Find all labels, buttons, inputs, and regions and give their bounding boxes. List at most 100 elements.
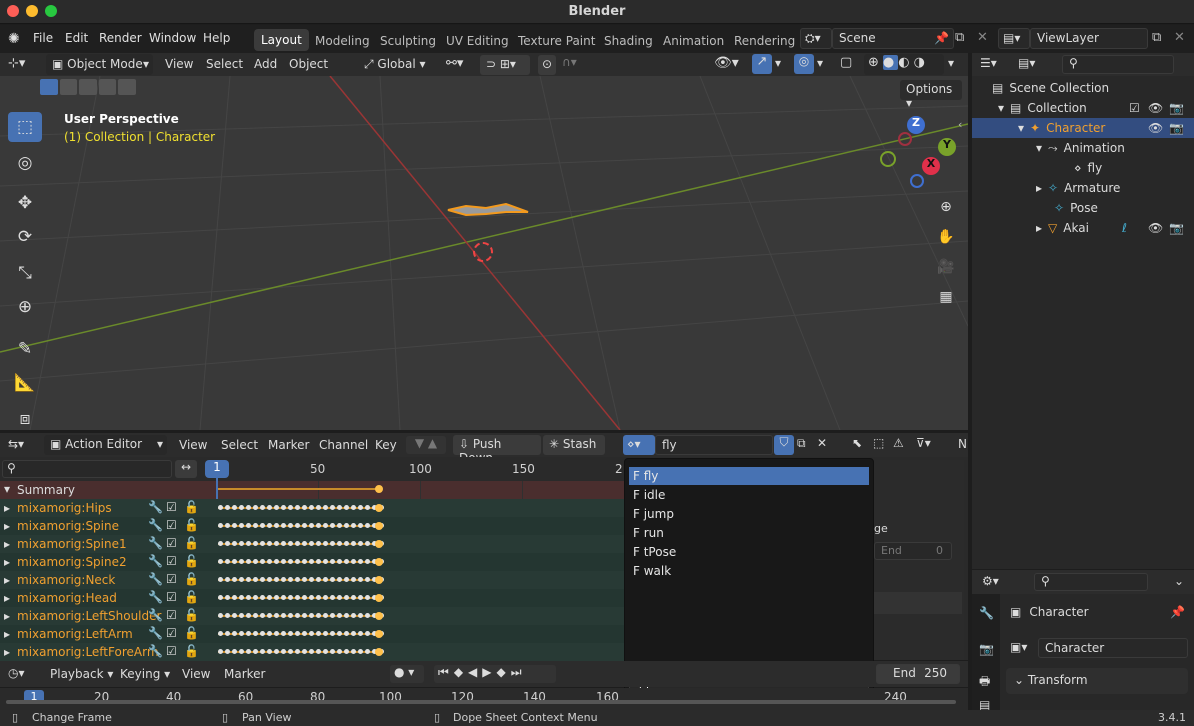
- keyframe[interactable]: [232, 595, 237, 600]
- keyframe[interactable]: [365, 559, 370, 564]
- new-action-icon[interactable]: ⧉: [797, 436, 806, 451]
- checkbox-icon[interactable]: ☑: [166, 590, 177, 604]
- keyframe[interactable]: [267, 523, 272, 528]
- keyframe[interactable]: [365, 649, 370, 654]
- keyframe[interactable]: [316, 541, 321, 546]
- keyframe[interactable]: [295, 613, 300, 618]
- cursor-tool-icon[interactable]: ◎: [8, 148, 42, 178]
- outliner-row-scene-collection[interactable]: ▤ Scene Collection: [972, 78, 1194, 98]
- gizmo-z-axis[interactable]: Z: [907, 116, 925, 134]
- keyframe[interactable]: [358, 523, 363, 528]
- keyframe[interactable]: [358, 649, 363, 654]
- keyframe[interactable]: [337, 523, 342, 528]
- properties-editor-type-icon[interactable]: ⚙▾: [982, 574, 999, 588]
- keyframe[interactable]: [232, 577, 237, 582]
- keyframe[interactable]: [260, 505, 265, 510]
- keyframe[interactable]: [295, 649, 300, 654]
- keyframe-selected[interactable]: [375, 576, 383, 584]
- lock-icon[interactable]: 🔓: [184, 644, 199, 658]
- expand-arrow-icon[interactable]: ▸: [4, 627, 10, 641]
- sidebar-n-label[interactable]: N: [958, 437, 967, 451]
- gizmo-neg-y[interactable]: [880, 151, 896, 167]
- annotate-tool-icon[interactable]: ✎: [8, 334, 42, 364]
- keyframe[interactable]: [267, 505, 272, 510]
- keyframe[interactable]: [246, 631, 251, 636]
- checkbox-icon[interactable]: ☑: [166, 572, 177, 586]
- outliner-editor-type-icon[interactable]: ☰▾: [980, 56, 997, 70]
- expand-arrow-icon[interactable]: ▸: [4, 501, 10, 515]
- keyframe[interactable]: [365, 577, 370, 582]
- keyframe[interactable]: [302, 577, 307, 582]
- viewlayer-name-field[interactable]: ViewLayer: [1030, 28, 1148, 49]
- keyframe[interactable]: [330, 631, 335, 636]
- keyframe[interactable]: [274, 541, 279, 546]
- checkbox-icon[interactable]: ☑: [166, 500, 177, 514]
- action-option[interactable]: F run: [629, 524, 869, 542]
- keyframe[interactable]: [288, 631, 293, 636]
- wrench-icon[interactable]: 🔧: [148, 536, 163, 550]
- keyframe[interactable]: [267, 631, 272, 636]
- gizmo-neg-z[interactable]: [910, 174, 924, 188]
- menu-select[interactable]: Select: [221, 438, 258, 452]
- gizmo-neg-x[interactable]: [898, 132, 912, 146]
- tab-shading[interactable]: Shading: [604, 34, 653, 48]
- layer-prev-next[interactable]: ▼ ▲: [406, 436, 446, 454]
- end-frame-field[interactable]: End 0: [874, 542, 952, 560]
- timeline-ruler[interactable]: 1 20 40 60 80 100 120 140 160 240: [0, 688, 968, 710]
- stash-button[interactable]: ✳ Stash: [543, 435, 605, 455]
- keyframe[interactable]: [239, 541, 244, 546]
- checkbox-icon[interactable]: ☑: [166, 608, 177, 622]
- keyframe[interactable]: [344, 541, 349, 546]
- keyframe[interactable]: [295, 505, 300, 510]
- keyframe[interactable]: [267, 613, 272, 618]
- channel-row[interactable]: ▸ mixamorig:LeftForeArm 🔧 ☑ 🔓: [0, 643, 624, 661]
- xray-icon[interactable]: ▢: [840, 55, 852, 70]
- keyframe[interactable]: [225, 559, 230, 564]
- keyframe[interactable]: [316, 523, 321, 528]
- ortho-grid-icon[interactable]: ▦: [933, 284, 959, 310]
- menu-key[interactable]: Key: [375, 438, 397, 452]
- action-browse-icon[interactable]: ⋄▾: [623, 435, 655, 455]
- arrow-up-icon[interactable]: ▲: [428, 436, 437, 450]
- errors-warning-icon[interactable]: ⚠: [893, 436, 904, 450]
- keyframe[interactable]: [232, 505, 237, 510]
- new-viewlayer-icon[interactable]: ⧉: [1152, 30, 1161, 45]
- viewlayer-browse-icon[interactable]: ▤▾: [998, 28, 1030, 49]
- keyframe[interactable]: [274, 631, 279, 636]
- lock-icon[interactable]: 🔓: [184, 554, 199, 568]
- keyframe[interactable]: [246, 541, 251, 546]
- channel-row[interactable]: ▸ mixamorig:LeftShoulder 🔧 ☑ 🔓: [0, 607, 624, 625]
- shading-modes[interactable]: ⊕●◐◑: [864, 54, 944, 75]
- new-scene-icon[interactable]: ⧉: [955, 30, 964, 45]
- keyframe[interactable]: [253, 523, 258, 528]
- keyframe[interactable]: [218, 649, 223, 654]
- keyframe[interactable]: [225, 541, 230, 546]
- wireframe-shading-icon[interactable]: ⊕: [868, 55, 883, 70]
- channel-row[interactable]: ▸ mixamorig:LeftArm 🔧 ☑ 🔓: [0, 625, 624, 643]
- keyframe[interactable]: [253, 631, 258, 636]
- overlays-dropdown-icon[interactable]: ▾: [817, 56, 823, 70]
- menu-marker[interactable]: Marker: [224, 667, 265, 681]
- keyframe[interactable]: [218, 523, 223, 528]
- tool-tab-icon[interactable]: 🔧: [979, 606, 994, 620]
- keyframe[interactable]: [218, 541, 223, 546]
- keyframe[interactable]: [344, 613, 349, 618]
- menu-select[interactable]: Select: [206, 57, 243, 71]
- keyframe[interactable]: [330, 523, 335, 528]
- keyframe[interactable]: [281, 577, 286, 582]
- keyframe[interactable]: [218, 559, 223, 564]
- keyframe[interactable]: [281, 541, 286, 546]
- push-down-button[interactable]: ⇩ Push Down: [453, 435, 541, 465]
- delete-viewlayer-icon[interactable]: ✕: [1174, 30, 1185, 45]
- pin-icon[interactable]: 📌: [1170, 605, 1185, 619]
- transform-tool-icon[interactable]: ⊕: [8, 292, 42, 322]
- keyframe[interactable]: [232, 631, 237, 636]
- keyframe[interactable]: [309, 541, 314, 546]
- summary-keyframe[interactable]: [375, 485, 383, 493]
- wrench-icon[interactable]: 🔧: [148, 590, 163, 604]
- keyframe[interactable]: [351, 523, 356, 528]
- expand-arrow-icon[interactable]: ▾: [4, 482, 10, 496]
- keyframe[interactable]: [344, 649, 349, 654]
- outliner-row-animation[interactable]: ▾ ⤳ Animation: [972, 138, 1194, 158]
- transform-panel-header[interactable]: ⌄ Transform: [1006, 668, 1188, 694]
